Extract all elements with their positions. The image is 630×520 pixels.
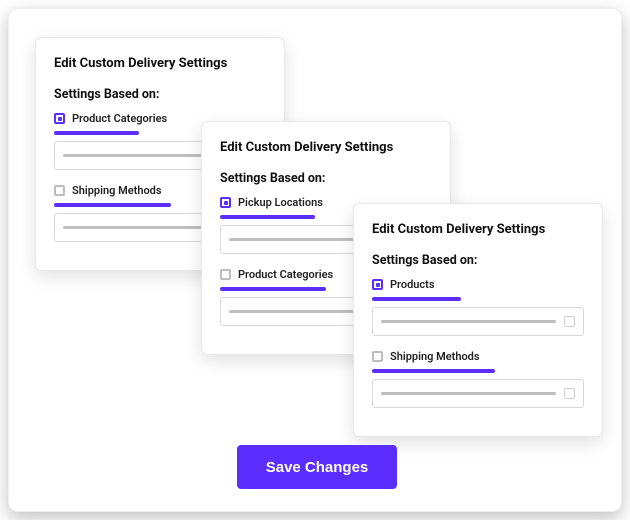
checkbox-icon[interactable] bbox=[372, 351, 383, 362]
save-changes-button[interactable]: Save Changes bbox=[237, 445, 397, 489]
settings-section: Products bbox=[372, 278, 584, 336]
field-box[interactable] bbox=[372, 307, 584, 336]
field-placeholder-line bbox=[381, 320, 556, 323]
section-label: Pickup Locations bbox=[238, 196, 323, 209]
accent-bar bbox=[220, 287, 326, 291]
checkbox-icon[interactable] bbox=[220, 197, 231, 208]
field-suffix-icon[interactable] bbox=[564, 388, 575, 399]
accent-bar bbox=[372, 369, 495, 373]
field-box[interactable] bbox=[372, 379, 584, 408]
card-subtitle: Settings Based on: bbox=[54, 87, 266, 102]
checkbox-icon[interactable] bbox=[372, 279, 383, 290]
accent-bar bbox=[220, 215, 315, 219]
accent-bar bbox=[54, 131, 139, 135]
accent-bar bbox=[54, 203, 171, 207]
card-title: Edit Custom Delivery Settings bbox=[220, 140, 432, 155]
section-label: Product Categories bbox=[238, 268, 333, 281]
card-title: Edit Custom Delivery Settings bbox=[372, 222, 584, 237]
settings-card: Edit Custom Delivery Settings Settings B… bbox=[353, 203, 603, 437]
section-label: Shipping Methods bbox=[72, 184, 162, 197]
field-suffix-icon[interactable] bbox=[564, 316, 575, 327]
accent-bar bbox=[372, 297, 461, 301]
section-label: Products bbox=[390, 278, 435, 291]
card-subtitle: Settings Based on: bbox=[220, 171, 432, 186]
section-label: Shipping Methods bbox=[390, 350, 480, 363]
section-label: Product Categories bbox=[72, 112, 167, 125]
settings-section: Shipping Methods bbox=[372, 350, 584, 408]
checkbox-icon[interactable] bbox=[54, 185, 65, 196]
card-title: Edit Custom Delivery Settings bbox=[54, 56, 266, 71]
field-placeholder-line bbox=[381, 392, 556, 395]
checkbox-icon[interactable] bbox=[220, 269, 231, 280]
card-subtitle: Settings Based on: bbox=[372, 253, 584, 268]
app-frame: Edit Custom Delivery Settings Settings B… bbox=[8, 8, 622, 512]
checkbox-icon[interactable] bbox=[54, 113, 65, 124]
